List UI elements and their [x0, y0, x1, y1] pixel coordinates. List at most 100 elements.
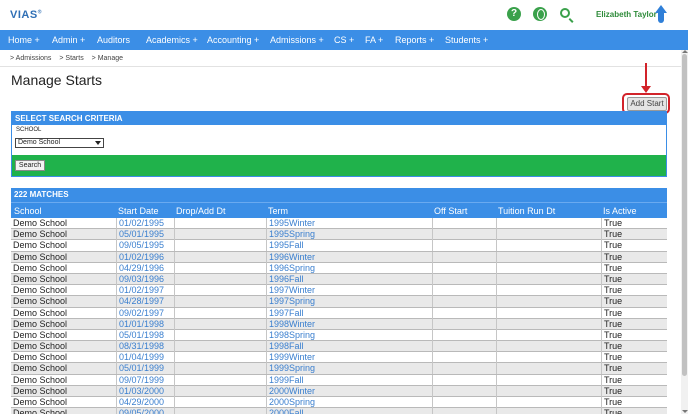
cell-start-date-link[interactable]: 04/29/2000: [116, 397, 174, 408]
search-icon[interactable]: [560, 8, 570, 18]
cell-term-link[interactable]: 1995Fall: [266, 240, 432, 252]
help-icon[interactable]: ?: [507, 7, 521, 21]
nav-item-auditors[interactable]: Auditors: [97, 30, 130, 50]
table-row: Demo School 01/03/2000 2000Winter True: [11, 385, 667, 397]
cell-tuition-run-dt: [496, 352, 601, 364]
cell-off-start: [432, 240, 496, 252]
cell-is-active: True: [601, 307, 667, 319]
cell-start-date-link[interactable]: 09/02/1997: [116, 307, 174, 319]
cell-drop-add-dt: [174, 251, 266, 263]
nav-item-home[interactable]: Home +: [8, 30, 40, 50]
cell-start-date-link[interactable]: 09/03/1996: [116, 273, 174, 285]
table-row: Demo School 01/02/1996 1996Winter True: [11, 251, 667, 263]
cell-term-link[interactable]: 2000Fall: [266, 408, 432, 414]
cell-term-link[interactable]: 1996Spring: [266, 262, 432, 274]
column-header-school[interactable]: School: [14, 203, 42, 219]
cell-start-date-link[interactable]: 09/05/1995: [116, 240, 174, 252]
user-name[interactable]: Elizabeth Taylor: [596, 10, 657, 19]
globe-icon[interactable]: [533, 7, 547, 21]
school-select[interactable]: Demo School: [15, 138, 104, 148]
nav-item-cs[interactable]: CS +: [334, 30, 354, 50]
cell-drop-add-dt: [174, 285, 266, 297]
cell-tuition-run-dt: [496, 318, 601, 330]
cell-off-start: [432, 273, 496, 285]
cell-term-link[interactable]: 1995Spring: [266, 229, 432, 241]
nav-item-fa[interactable]: FA +: [365, 30, 383, 50]
cell-term-link[interactable]: 2000Spring: [266, 397, 432, 408]
cell-term-link[interactable]: 1996Fall: [266, 273, 432, 285]
scroll-up-icon[interactable]: [682, 50, 688, 53]
column-header-is-active[interactable]: Is Active: [603, 203, 637, 219]
add-start-button[interactable]: Add Start: [627, 97, 667, 111]
cell-start-date-link[interactable]: 05/01/1998: [116, 329, 174, 341]
cell-off-start: [432, 352, 496, 364]
cell-term-link[interactable]: 1998Winter: [266, 318, 432, 330]
column-header-start-date[interactable]: Start Date: [118, 203, 159, 219]
cell-term-link[interactable]: 1999Spring: [266, 363, 432, 375]
annotation-arrow-icon: [641, 86, 651, 93]
cell-start-date-link[interactable]: 04/29/1996: [116, 262, 174, 274]
nav-item-admissions[interactable]: Admissions +: [270, 30, 324, 50]
cell-is-active: True: [601, 218, 667, 229]
cell-start-date-link[interactable]: 01/02/1996: [116, 251, 174, 263]
cell-start-date-link[interactable]: 08/31/1998: [116, 341, 174, 353]
nav-item-admin[interactable]: Admin +: [52, 30, 85, 50]
vertical-scrollbar[interactable]: [681, 50, 688, 414]
up-arrow-icon[interactable]: [655, 5, 667, 25]
scroll-down-icon[interactable]: [682, 410, 688, 413]
table-row: Demo School 09/03/1996 1996Fall True: [11, 273, 667, 286]
nav-item-academics[interactable]: Academics +: [146, 30, 198, 50]
table-row: Demo School 04/29/2000 2000Spring True: [11, 397, 667, 409]
search-button[interactable]: Search: [15, 160, 45, 171]
cell-term-link[interactable]: 1995Winter: [266, 218, 432, 229]
cell-start-date-link[interactable]: 09/05/2000: [116, 408, 174, 414]
school-label: SCHOOL: [16, 127, 42, 133]
nav-item-students[interactable]: Students +: [445, 30, 488, 50]
cell-start-date-link[interactable]: 01/02/1995: [116, 218, 174, 229]
table-row: Demo School 05/01/1998 1998Spring True: [11, 329, 667, 342]
cell-school: Demo School: [13, 408, 68, 414]
cell-term-link[interactable]: 1997Winter: [266, 285, 432, 297]
cell-is-active: True: [601, 341, 667, 353]
column-header-tuition-run-dt[interactable]: Tuition Run Dt: [498, 203, 555, 219]
cell-off-start: [432, 329, 496, 341]
column-header-off-start[interactable]: Off Start: [434, 203, 467, 219]
cell-start-date-link[interactable]: 05/01/1995: [116, 229, 174, 241]
cell-start-date-link[interactable]: 01/04/1999: [116, 352, 174, 364]
breadcrumb-admissions[interactable]: > Admissions: [10, 55, 51, 62]
nav-item-accounting[interactable]: Accounting +: [207, 30, 259, 50]
cell-school: Demo School: [13, 341, 68, 352]
cell-start-date-link[interactable]: 01/02/1997: [116, 285, 174, 297]
cell-school: Demo School: [13, 397, 68, 407]
cell-term-link[interactable]: 1999Winter: [266, 352, 432, 364]
cell-term-link[interactable]: 1999Fall: [266, 374, 432, 386]
cell-start-date-link[interactable]: 09/07/1999: [116, 374, 174, 386]
search-criteria-panel: SELECT SEARCH CRITERIA SCHOOL Demo Schoo…: [11, 111, 667, 177]
cell-term-link[interactable]: 1997Spring: [266, 296, 432, 308]
breadcrumb-starts[interactable]: > Starts: [59, 55, 83, 62]
cell-term-link[interactable]: 1997Fall: [266, 307, 432, 319]
cell-start-date-link[interactable]: 04/28/1997: [116, 296, 174, 308]
scrollbar-thumb[interactable]: [682, 54, 687, 376]
cell-off-start: [432, 397, 496, 408]
cell-school: Demo School: [13, 307, 68, 318]
cell-start-date-link[interactable]: 05/01/1999: [116, 363, 174, 375]
cell-school: Demo School: [13, 318, 68, 329]
cell-start-date-link[interactable]: 01/01/1998: [116, 318, 174, 330]
page-title: Manage Starts: [11, 72, 103, 88]
column-header-term[interactable]: Term: [268, 203, 288, 219]
cell-start-date-link[interactable]: 01/03/2000: [116, 385, 174, 397]
column-header-drop-add-dt[interactable]: Drop/Add Dt: [176, 203, 226, 219]
nav-item-reports[interactable]: Reports +: [395, 30, 434, 50]
table-body: Demo School 01/02/1995 1995Winter True Demo …: [11, 218, 667, 414]
vias-logo[interactable]: VIAS®: [10, 9, 42, 21]
cell-off-start: [432, 318, 496, 330]
cell-drop-add-dt: [174, 408, 266, 414]
cell-term-link[interactable]: 1998Fall: [266, 341, 432, 353]
cell-term-link[interactable]: 1996Winter: [266, 251, 432, 263]
cell-school: Demo School: [13, 285, 68, 296]
cell-term-link[interactable]: 1998Spring: [266, 329, 432, 341]
cell-term-link[interactable]: 2000Winter: [266, 385, 432, 397]
cell-is-active: True: [601, 408, 667, 414]
cell-school: Demo School: [13, 296, 68, 307]
